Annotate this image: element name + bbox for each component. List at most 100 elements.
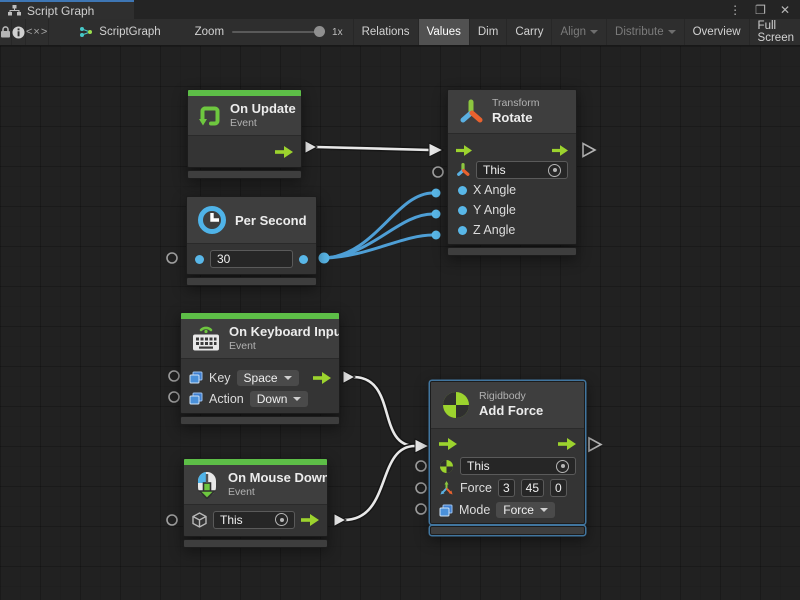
port-label: Force	[460, 481, 492, 495]
tab-title: Script Graph	[27, 4, 94, 18]
connection-mousedown-to-addforce[interactable]	[334, 439, 429, 527]
flow-output-arrow-icon[interactable]	[275, 146, 293, 158]
port-addforce-this	[416, 461, 426, 471]
chevron-down-icon	[293, 397, 301, 401]
carry-button[interactable]: Carry	[506, 19, 551, 45]
graph-toolbar: <×> ScriptGraph Zoom 1x Relations Values…	[0, 19, 800, 46]
connections-layer	[0, 46, 800, 600]
overview-button[interactable]: Overview	[684, 19, 749, 45]
value-port-dot[interactable]	[458, 206, 467, 215]
value-port-dot[interactable]	[458, 226, 467, 235]
zoom-slider-track	[232, 31, 324, 33]
relations-button[interactable]: Relations	[353, 19, 418, 45]
flow-input-arrow-icon[interactable]	[456, 145, 472, 156]
tab-script-graph[interactable]: Script Graph	[0, 0, 134, 19]
rigidbody-icon	[441, 390, 471, 420]
chevron-down-icon	[540, 508, 548, 512]
node-on-update[interactable]: On Update Event	[187, 89, 302, 179]
vector3-icon	[439, 481, 454, 496]
connection-keyboard-to-addforce[interactable]	[343, 371, 415, 447]
value-port-dot[interactable]	[458, 186, 467, 195]
zoom-slider[interactable]	[232, 27, 324, 37]
flow-output-arrow-icon[interactable]	[552, 145, 568, 156]
node-footer	[183, 539, 328, 548]
force-z-field[interactable]: 0	[550, 479, 567, 497]
port-addforce-exit	[589, 438, 601, 451]
window-menu-icon[interactable]: ⋮	[729, 4, 741, 16]
flow-output-arrow-icon[interactable]	[558, 438, 576, 450]
port-label: Y Angle	[473, 203, 516, 217]
port-addforce-mode	[416, 504, 426, 514]
connection-persecond-to-angles[interactable]	[319, 189, 441, 264]
clock-icon	[197, 205, 227, 235]
graph-reference[interactable]: ScriptGraph	[69, 19, 170, 45]
node-on-keyboard-input[interactable]: On Keyboard Input Event Key Space	[180, 312, 340, 425]
addforce-this-field[interactable]: This	[460, 457, 576, 475]
node-title: On Keyboard Input	[229, 324, 340, 340]
on-update-loop-icon	[198, 104, 222, 128]
transform-icon	[458, 99, 484, 125]
connection-onupdate-to-rotate[interactable]	[305, 141, 443, 158]
value-port-dot[interactable]	[195, 255, 204, 264]
flow-output-arrow-icon[interactable]	[301, 514, 319, 526]
node-footer	[187, 170, 302, 179]
node-add-force[interactable]: Rigidbody Add Force	[430, 381, 585, 535]
toolbar-buttons: Relations Values Dim Carry Align Distrib…	[353, 19, 800, 45]
value-output-dot[interactable]	[299, 255, 308, 264]
port-label: Mode	[459, 503, 490, 517]
zoom-control: Zoom 1x	[185, 19, 353, 45]
port-keyboard-key	[169, 371, 179, 381]
graph-canvas[interactable]: On Update Event	[0, 46, 800, 600]
mousedown-this-field[interactable]: This	[213, 511, 295, 529]
object-picker-icon[interactable]	[556, 460, 569, 473]
values-button[interactable]: Values	[418, 19, 469, 45]
node-subtitle: Event	[229, 340, 340, 353]
node-on-mouse-down[interactable]: On Mouse Down Event This	[183, 458, 328, 548]
port-persecond-rate	[167, 253, 177, 263]
lock-button[interactable]	[0, 19, 12, 45]
zoom-slider-handle[interactable]	[314, 26, 325, 37]
port-rotate-exit	[583, 144, 595, 157]
unconnected-flow-ports[interactable]	[583, 144, 601, 452]
script-graph-icon	[79, 26, 93, 38]
code-preview-label: <×>	[26, 26, 48, 38]
node-per-second[interactable]: Per Second 30	[186, 196, 317, 286]
node-title: On Mouse Down	[228, 470, 328, 486]
object-picker-icon[interactable]	[275, 513, 288, 526]
flow-output-arrow-icon[interactable]	[313, 372, 331, 384]
enum-icon	[189, 392, 203, 405]
enum-icon	[439, 504, 453, 517]
flow-input-arrow-icon[interactable]	[439, 438, 457, 450]
port-label: X Angle	[473, 183, 516, 197]
port-rotate-this	[433, 167, 443, 177]
window-tab-bar: Script Graph ⋮ ❐ ✕	[0, 0, 800, 19]
node-footer	[447, 247, 577, 256]
window-maximize-icon[interactable]: ❐	[755, 4, 766, 16]
mode-dropdown[interactable]: Force	[496, 502, 555, 518]
graph-hierarchy-icon	[8, 5, 21, 16]
rate-input-field[interactable]: 30	[210, 250, 293, 268]
full-screen-button[interactable]: Full Screen	[749, 19, 800, 45]
object-picker-icon[interactable]	[548, 164, 561, 177]
key-dropdown[interactable]: Space	[237, 370, 299, 386]
chevron-down-icon	[668, 30, 676, 34]
force-y-field[interactable]: 45	[521, 479, 544, 497]
gameobject-cube-icon	[192, 512, 207, 528]
dim-button[interactable]: Dim	[469, 19, 506, 45]
window-close-icon[interactable]: ✕	[780, 4, 790, 16]
rotate-this-field[interactable]: This	[476, 161, 568, 179]
distribute-dropdown[interactable]: Distribute	[606, 19, 684, 45]
enum-icon	[189, 371, 203, 384]
force-x-field[interactable]: 3	[498, 479, 515, 497]
code-preview-toggle[interactable]: <×>	[26, 19, 49, 45]
port-mousedown-this	[167, 515, 177, 525]
zoom-value: 1x	[332, 27, 343, 38]
inspect-button[interactable]	[12, 19, 26, 45]
node-title: Add Force	[479, 403, 543, 419]
node-transform-rotate[interactable]: Transform Rotate	[447, 89, 577, 256]
align-dropdown[interactable]: Align	[551, 19, 606, 45]
node-subtitle: Event	[230, 117, 296, 130]
keyboard-icon	[191, 325, 221, 352]
action-dropdown[interactable]: Down	[250, 391, 309, 407]
port-addforce-force	[416, 483, 426, 493]
